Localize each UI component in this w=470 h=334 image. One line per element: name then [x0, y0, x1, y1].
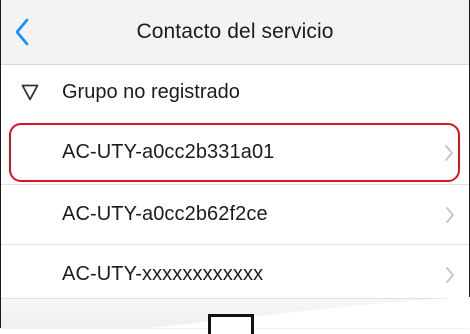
- chevron-right-icon: [446, 266, 454, 283]
- device-row[interactable]: AC-UTY-a0cc2b62f2ce: [1, 184, 469, 244]
- chevron-right-icon: [445, 144, 453, 161]
- device-label: AC-UTY-a0cc2b62f2ce: [62, 203, 268, 225]
- navigation-bar: Contacto del servicio: [1, 0, 469, 65]
- device-label: AC-UTY-xxxxxxxxxxxx: [62, 263, 264, 285]
- group-label: Grupo no registrado: [62, 81, 240, 103]
- triangle-down-icon: [21, 84, 39, 101]
- device-list: AC-UTY-a0cc2b331a01 AC-UTY-a0cc2b62f2ce …: [1, 120, 469, 304]
- device-label: AC-UTY-a0cc2b331a01: [62, 141, 275, 163]
- chevron-right-icon: [446, 206, 454, 223]
- chevron-left-icon: [15, 18, 29, 46]
- page-title: Contacto del servicio: [136, 20, 334, 43]
- back-button[interactable]: [7, 14, 37, 50]
- group-header-unregistered[interactable]: Grupo no registrado: [1, 65, 469, 120]
- device-row[interactable]: AC-UTY-a0cc2b331a01: [9, 123, 460, 182]
- home-indicator-frame: [208, 314, 254, 334]
